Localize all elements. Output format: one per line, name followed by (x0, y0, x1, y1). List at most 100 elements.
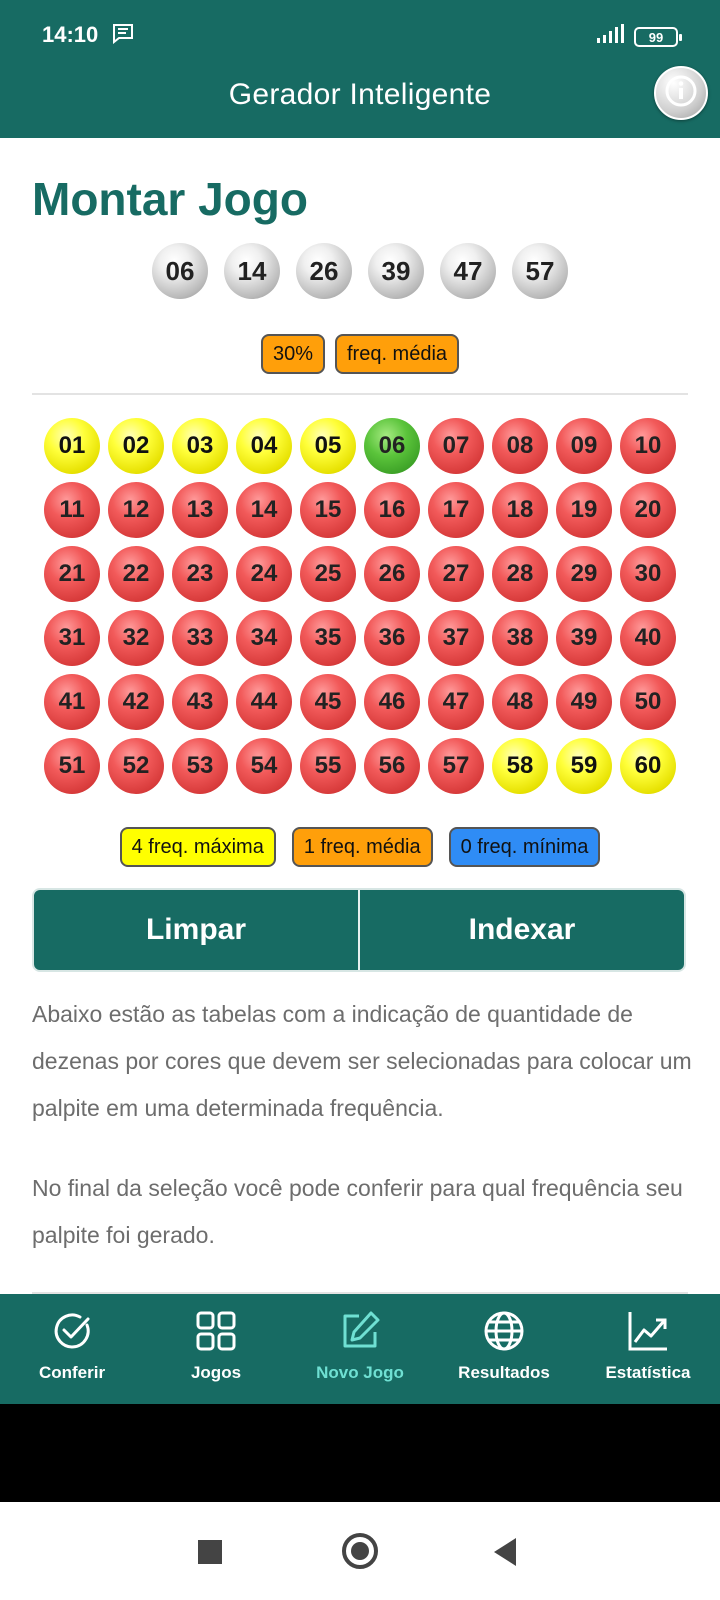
nav-label: Novo Jogo (316, 1363, 404, 1382)
home-icon[interactable] (342, 1533, 378, 1569)
number-ball[interactable]: 30 (620, 546, 676, 602)
number-ball[interactable]: 34 (236, 610, 292, 666)
number-ball[interactable]: 01 (44, 418, 100, 474)
nav-estatistica[interactable]: Estatística (576, 1294, 720, 1404)
status-bar: 14:10 99 (42, 22, 682, 50)
number-ball[interactable]: 23 (172, 546, 228, 602)
check-circle-icon (51, 1310, 93, 1357)
number-ball[interactable]: 48 (492, 674, 548, 730)
selected-ball: 39 (368, 243, 424, 299)
number-ball[interactable]: 41 (44, 674, 100, 730)
number-ball[interactable]: 25 (300, 546, 356, 602)
number-ball[interactable]: 26 (364, 546, 420, 602)
number-ball[interactable]: 43 (172, 674, 228, 730)
number-ball[interactable]: 12 (108, 482, 164, 538)
number-ball[interactable]: 08 (492, 418, 548, 474)
number-ball[interactable]: 03 (172, 418, 228, 474)
number-ball[interactable]: 15 (300, 482, 356, 538)
nav-novo-jogo[interactable]: Novo Jogo (288, 1294, 432, 1404)
number-ball[interactable]: 36 (364, 610, 420, 666)
nav-conferir[interactable]: Conferir (0, 1294, 144, 1404)
selected-ball: 57 (512, 243, 568, 299)
number-ball[interactable]: 35 (300, 610, 356, 666)
number-ball[interactable]: 40 (620, 610, 676, 666)
legend-min: 0 freq. mínima (448, 827, 601, 867)
number-ball[interactable]: 45 (300, 674, 356, 730)
number-grid: 01 02 03 04 05 06 07 08 09 10 11 12 13 14 15 16 17 18 19 20… (44, 418, 676, 794)
number-ball[interactable]: 47 (428, 674, 484, 730)
number-ball[interactable]: 05 (300, 418, 356, 474)
message-icon (112, 24, 134, 50)
number-ball[interactable]: 22 (108, 546, 164, 602)
info-icon (664, 74, 698, 113)
percent-badge: 30% (260, 334, 325, 374)
selected-ball: 26 (296, 243, 352, 299)
app-title: Gerador Inteligente (228, 78, 492, 111)
info-button[interactable] (654, 66, 708, 120)
nav-resultados[interactable]: Resultados (432, 1294, 576, 1404)
black-band (0, 1404, 720, 1502)
number-ball[interactable]: 18 (492, 482, 548, 538)
battery-icon: 99 (634, 27, 682, 47)
number-ball[interactable]: 53 (172, 738, 228, 794)
number-ball[interactable]: 50 (620, 674, 676, 730)
number-ball[interactable]: 28 (492, 546, 548, 602)
number-ball[interactable]: 42 (108, 674, 164, 730)
number-ball[interactable]: 57 (428, 738, 484, 794)
number-ball[interactable]: 07 (428, 418, 484, 474)
number-ball[interactable]: 49 (556, 674, 612, 730)
nav-label: Conferir (38, 1363, 106, 1382)
number-ball[interactable]: 56 (364, 738, 420, 794)
globe-icon (483, 1310, 525, 1357)
number-ball[interactable]: 44 (236, 674, 292, 730)
index-button[interactable]: Indexar (360, 890, 684, 970)
summary-tags: 30% freq. média (0, 334, 720, 374)
number-ball[interactable]: 60 (620, 738, 676, 794)
number-ball[interactable]: 24 (236, 546, 292, 602)
number-ball[interactable]: 16 (364, 482, 420, 538)
number-ball[interactable]: 10 (620, 418, 676, 474)
number-ball[interactable]: 09 (556, 418, 612, 474)
number-ball[interactable]: 20 (620, 482, 676, 538)
number-ball[interactable]: 54 (236, 738, 292, 794)
recent-apps-icon[interactable] (198, 1540, 222, 1564)
number-ball[interactable]: 11 (44, 482, 100, 538)
nav-label: Estatística (605, 1363, 691, 1382)
number-ball[interactable]: 06 (364, 418, 420, 474)
frequency-badge: freq. média (334, 334, 460, 374)
number-ball[interactable]: 17 (428, 482, 484, 538)
number-ball[interactable]: 37 (428, 610, 484, 666)
number-ball[interactable]: 13 (172, 482, 228, 538)
number-ball[interactable]: 04 (236, 418, 292, 474)
number-ball[interactable]: 31 (44, 610, 100, 666)
status-icons: 99 (596, 24, 682, 50)
back-icon[interactable] (494, 1538, 516, 1566)
frequency-legend: 4 freq. máxima 1 freq. média 0 freq. mín… (0, 827, 720, 867)
info-paragraph-2: No final da seleção você pode conferir p… (32, 1175, 683, 1248)
clear-button[interactable]: Limpar (34, 890, 358, 970)
number-ball[interactable]: 02 (108, 418, 164, 474)
number-ball[interactable]: 21 (44, 546, 100, 602)
number-ball[interactable]: 59 (556, 738, 612, 794)
legend-mid: 1 freq. média (291, 827, 433, 867)
status-time: 14:10 (42, 22, 99, 47)
number-ball[interactable]: 29 (556, 546, 612, 602)
signal-icon (596, 24, 624, 50)
number-ball[interactable]: 39 (556, 610, 612, 666)
number-ball[interactable]: 27 (428, 546, 484, 602)
number-ball[interactable]: 55 (300, 738, 356, 794)
number-ball[interactable]: 14 (236, 482, 292, 538)
number-ball[interactable]: 51 (44, 738, 100, 794)
number-ball[interactable]: 19 (556, 482, 612, 538)
number-ball[interactable]: 46 (364, 674, 420, 730)
number-ball[interactable]: 38 (492, 610, 548, 666)
nav-label: Resultados (458, 1363, 550, 1382)
number-ball[interactable]: 58 (492, 738, 548, 794)
number-ball[interactable]: 33 (172, 610, 228, 666)
selected-ball: 47 (440, 243, 496, 299)
number-ball[interactable]: 52 (108, 738, 164, 794)
number-ball[interactable]: 32 (108, 610, 164, 666)
info-paragraph-1: Abaixo estão as tabelas com a indicação … (32, 1001, 692, 1121)
chart-icon (627, 1310, 669, 1357)
nav-jogos[interactable]: Jogos (144, 1294, 288, 1404)
